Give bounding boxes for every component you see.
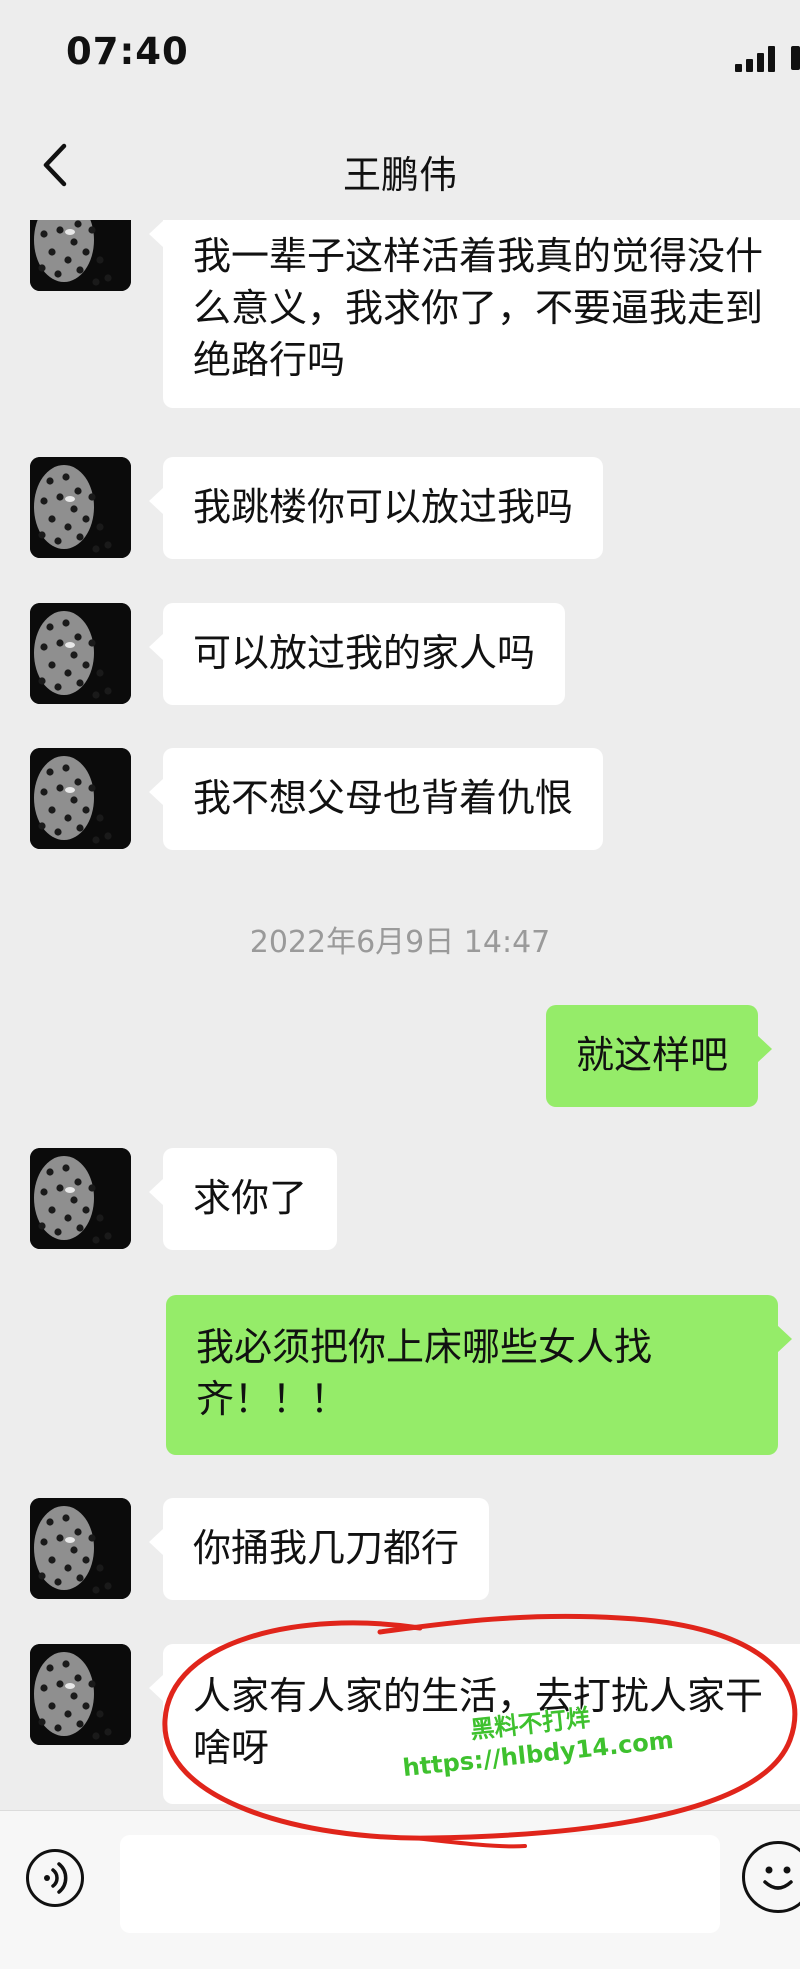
contact-avatar[interactable] xyxy=(30,457,131,558)
leopard-avatar-image xyxy=(30,748,131,849)
emoji-icon[interactable] xyxy=(742,1841,800,1913)
message-text: 我一辈子这样活着我真的觉得没什么意义，我求你了，不要逼我走到绝路行吗 xyxy=(193,234,764,382)
chat-message-list[interactable]: 我一辈子这样活着我真的觉得没什么意义，我求你了，不要逼我走到绝路行吗 我跳楼你可… xyxy=(0,220,800,1810)
contact-avatar[interactable] xyxy=(30,1148,131,1249)
battery-icon xyxy=(791,46,800,70)
message-bubble-incoming[interactable]: 我不想父母也背着仇恨 xyxy=(148,748,604,850)
message-bubble-incoming[interactable]: 可以放过我的家人吗 xyxy=(148,603,566,705)
leopard-avatar-image xyxy=(30,603,131,704)
status-time: 07:40 xyxy=(66,30,189,73)
message-text: 求你了 xyxy=(193,1176,308,1220)
status-bar: 07:40 xyxy=(0,0,800,110)
signal-icon xyxy=(735,46,781,72)
message-text: 我必须把你上床哪些女人找齐！！！ xyxy=(196,1325,653,1421)
message-text: 可以放过我的家人吗 xyxy=(193,631,536,675)
chat-title: 王鹏伟 xyxy=(342,153,457,197)
leopard-avatar-image xyxy=(30,1148,131,1249)
contact-avatar[interactable] xyxy=(30,1644,131,1745)
message-bubble-incoming[interactable]: 你捅我几刀都行 xyxy=(148,1498,490,1600)
message-text: 我跳楼你可以放过我吗 xyxy=(193,485,574,529)
chat-timestamp: 2022年6月9日 14:47 xyxy=(249,925,551,960)
leopard-avatar-image xyxy=(30,220,131,291)
message-text: 我不想父母也背着仇恨 xyxy=(193,776,574,820)
message-text: 你捅我几刀都行 xyxy=(193,1526,460,1570)
message-bubble-incoming[interactable]: 我跳楼你可以放过我吗 xyxy=(148,457,604,559)
leopard-avatar-image xyxy=(30,1644,131,1745)
message-bubble-incoming[interactable]: 我一辈子这样活着我真的觉得没什么意义，我求你了，不要逼我走到绝路行吗 xyxy=(149,220,800,408)
message-bubble-outgoing[interactable]: 我必须把你上床哪些女人找齐！！！ xyxy=(166,1295,792,1455)
chat-input-bar xyxy=(0,1810,800,1969)
voice-icon[interactable] xyxy=(26,1849,84,1907)
message-bubble-outgoing[interactable]: 就这样吧 xyxy=(546,1005,773,1107)
contact-avatar[interactable] xyxy=(30,748,131,849)
leopard-avatar-image xyxy=(30,1498,131,1599)
message-text: 就这样吧 xyxy=(576,1033,729,1077)
contact-avatar[interactable] xyxy=(30,603,131,704)
contact-avatar[interactable] xyxy=(30,1498,131,1599)
message-input[interactable] xyxy=(120,1835,720,1933)
message-bubble-incoming[interactable]: 求你了 xyxy=(148,1148,338,1250)
contact-avatar[interactable] xyxy=(30,220,131,291)
nav-bar: 王鹏伟 xyxy=(0,110,800,220)
leopard-avatar-image xyxy=(30,457,131,558)
